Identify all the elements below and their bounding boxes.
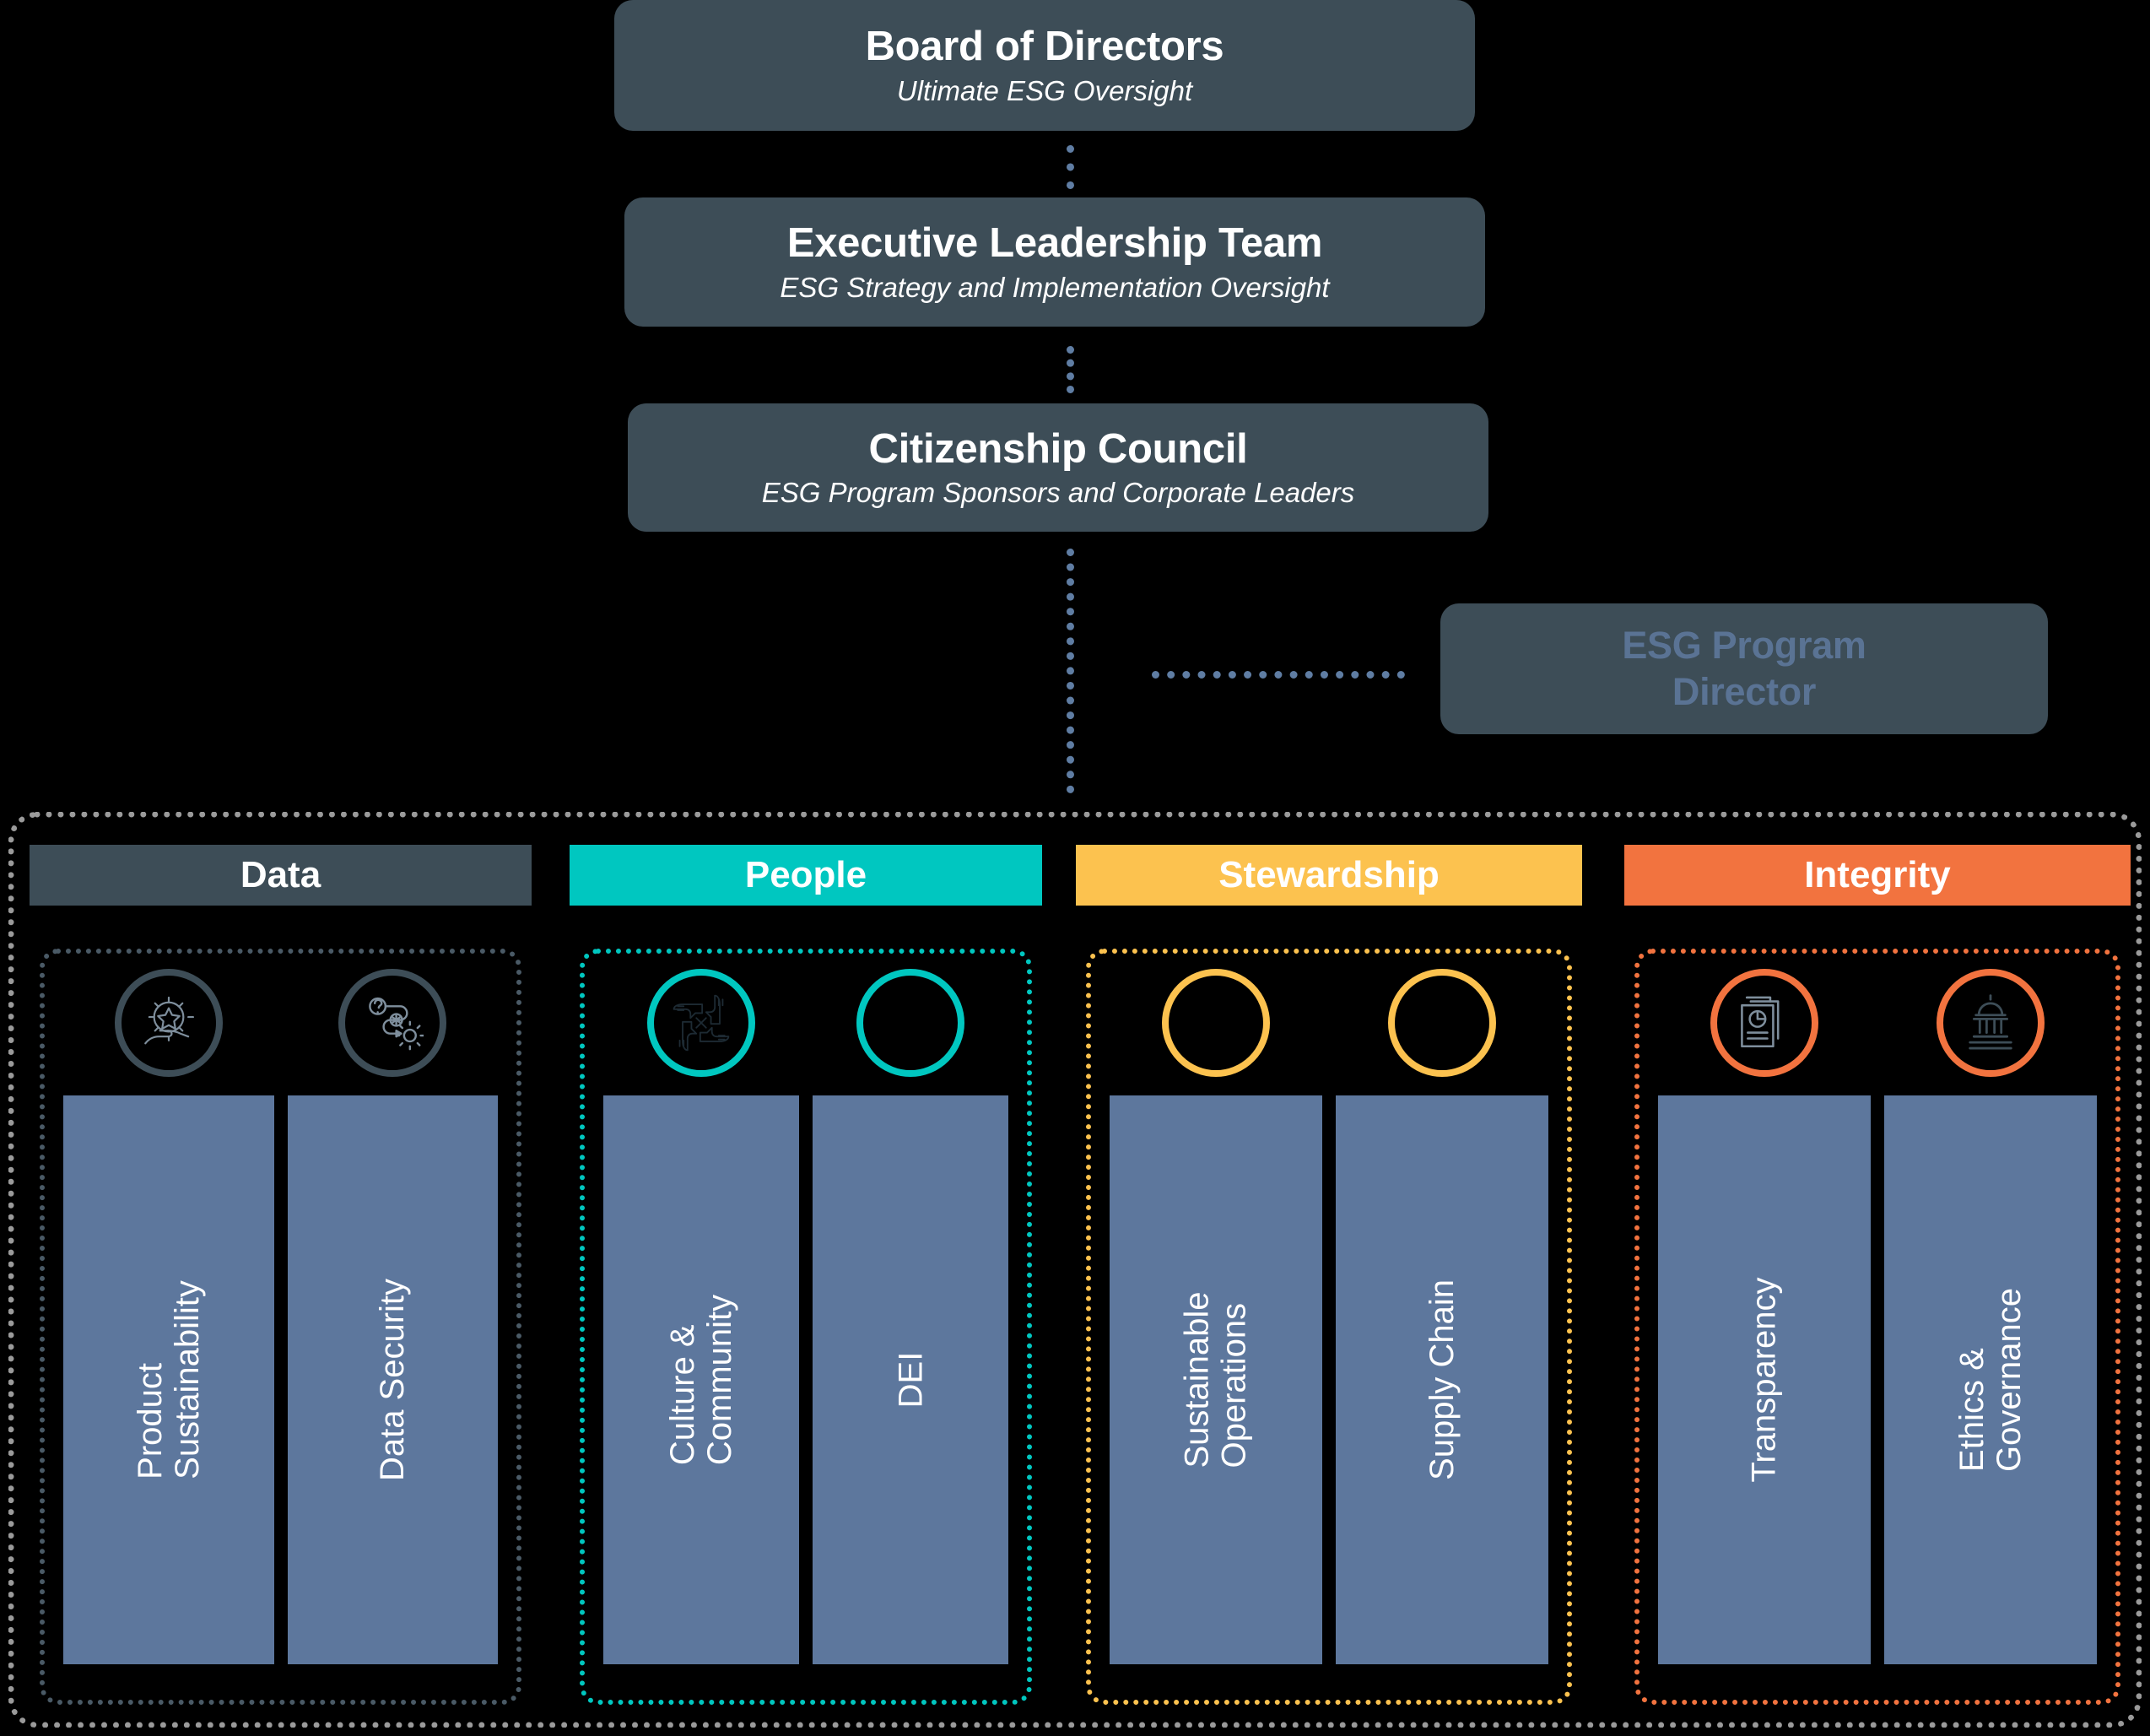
supply-chain-circle-icon <box>1388 969 1496 1077</box>
topic-label-ethics-and-governance: Ethics & Governance <box>1953 1288 2028 1472</box>
topic-label-dei: DEI <box>892 1351 929 1409</box>
topic-bar-ethics-and-governance: Ethics & Governance <box>1884 1095 2097 1664</box>
topic-bar-sustainable-operations: Sustainable Operations <box>1110 1095 1322 1664</box>
pillar-header-integrity: Integrity <box>1624 845 2131 906</box>
report-document-icon <box>1710 969 1818 1077</box>
topic-label-sustainable-operations: Sustainable Operations <box>1178 1291 1253 1468</box>
topic-bar-product-sustainability: Product Sustainability <box>63 1095 274 1664</box>
topic-label-data-security: Data Security <box>374 1278 412 1482</box>
connector-board-to-executive <box>1067 145 1082 189</box>
executive-leadership-team-title: Executive Leadership Team <box>786 220 1323 267</box>
topic-bar-culture-and-community: Culture & Community <box>603 1095 799 1664</box>
citizenship-council-box: Citizenship Council ESG Program Sponsors… <box>628 403 1488 532</box>
pillar-body-people: Culture & Community DEI <box>580 949 1032 1705</box>
topic-bar-transparency: Transparency <box>1658 1095 1871 1664</box>
esg-program-director-title: ESG Program Director <box>1622 623 1866 713</box>
dei-circle-icon <box>856 969 964 1077</box>
topic-bar-data-security: Data Security <box>287 1095 498 1664</box>
pillar-data: Data Product Sustainability Data Securit… <box>30 818 532 1722</box>
pillar-body-integrity: Transparency Ethics & Governance <box>1634 949 2120 1705</box>
board-of-directors-subtitle: Ultimate ESG Oversight <box>896 74 1193 106</box>
topic-label-product-sustainability: Product Sustainability <box>131 1280 206 1479</box>
hand-star-icon <box>114 969 223 1077</box>
topic-product-sustainability: Product Sustainability <box>63 969 274 1664</box>
topic-row-integrity: Transparency Ethics & Governance <box>1651 969 2104 1664</box>
topic-row-data: Product Sustainability Data Security <box>57 969 505 1664</box>
executive-leadership-team-box: Executive Leadership Team ESG Strategy a… <box>624 197 1485 327</box>
pillar-integrity: Integrity Transparency Ethics & Governan… <box>1624 818 2131 1722</box>
board-of-directors-box: Board of Directors Ultimate ESG Oversigh… <box>614 0 1475 131</box>
pillar-people: People Culture & Community DEI <box>570 818 1042 1722</box>
topic-bar-dei: DEI <box>813 1095 1008 1664</box>
topic-label-transparency: Transparency <box>1745 1277 1783 1483</box>
topic-bar-supply-chain: Supply Chain <box>1336 1095 1548 1664</box>
pillar-header-data: Data <box>30 845 532 906</box>
interlocking-hands-icon <box>647 969 755 1077</box>
pillar-stewardship: Stewardship Sustainable Operations Suppl… <box>1076 818 1582 1722</box>
topic-culture-and-community: Culture & Community <box>603 969 799 1664</box>
topic-row-people: Culture & Community DEI <box>597 969 1015 1664</box>
connector-to-esg-program-director <box>1152 671 1405 686</box>
connector-council-to-pillars <box>1067 549 1082 793</box>
connector-executive-to-council <box>1067 346 1082 393</box>
process-path-icon <box>338 969 447 1077</box>
topic-transparency: Transparency <box>1658 969 1871 1664</box>
topic-sustainable-operations: Sustainable Operations <box>1110 969 1322 1664</box>
esg-pillars-container: Data Product Sustainability Data Securit… <box>8 812 2142 1728</box>
sustainable-operations-circle-icon <box>1162 969 1270 1077</box>
board-of-directors-title: Board of Directors <box>865 24 1224 70</box>
citizenship-council-title: Citizenship Council <box>868 425 1248 472</box>
pillar-header-people: People <box>570 845 1042 906</box>
topic-row-stewardship: Sustainable Operations Supply Chain <box>1103 969 1555 1664</box>
government-building-icon <box>1937 969 2045 1077</box>
topic-label-culture-and-community: Culture & Community <box>663 1294 738 1466</box>
topic-dei: DEI <box>813 969 1008 1664</box>
executive-leadership-team-subtitle: ESG Strategy and Implementation Oversigh… <box>780 271 1330 303</box>
topic-label-supply-chain: Supply Chain <box>1423 1279 1461 1480</box>
pillar-header-stewardship: Stewardship <box>1076 845 1582 906</box>
pillar-body-data: Product Sustainability Data Security <box>40 949 521 1705</box>
topic-data-security: Data Security <box>287 969 498 1664</box>
topic-ethics-and-governance: Ethics & Governance <box>1884 969 2097 1664</box>
topic-supply-chain: Supply Chain <box>1336 969 1548 1664</box>
esg-program-director-box: ESG Program Director <box>1440 603 2048 734</box>
pillar-body-stewardship: Sustainable Operations Supply Chain <box>1086 949 1572 1705</box>
citizenship-council-subtitle: ESG Program Sponsors and Corporate Leade… <box>761 477 1355 509</box>
